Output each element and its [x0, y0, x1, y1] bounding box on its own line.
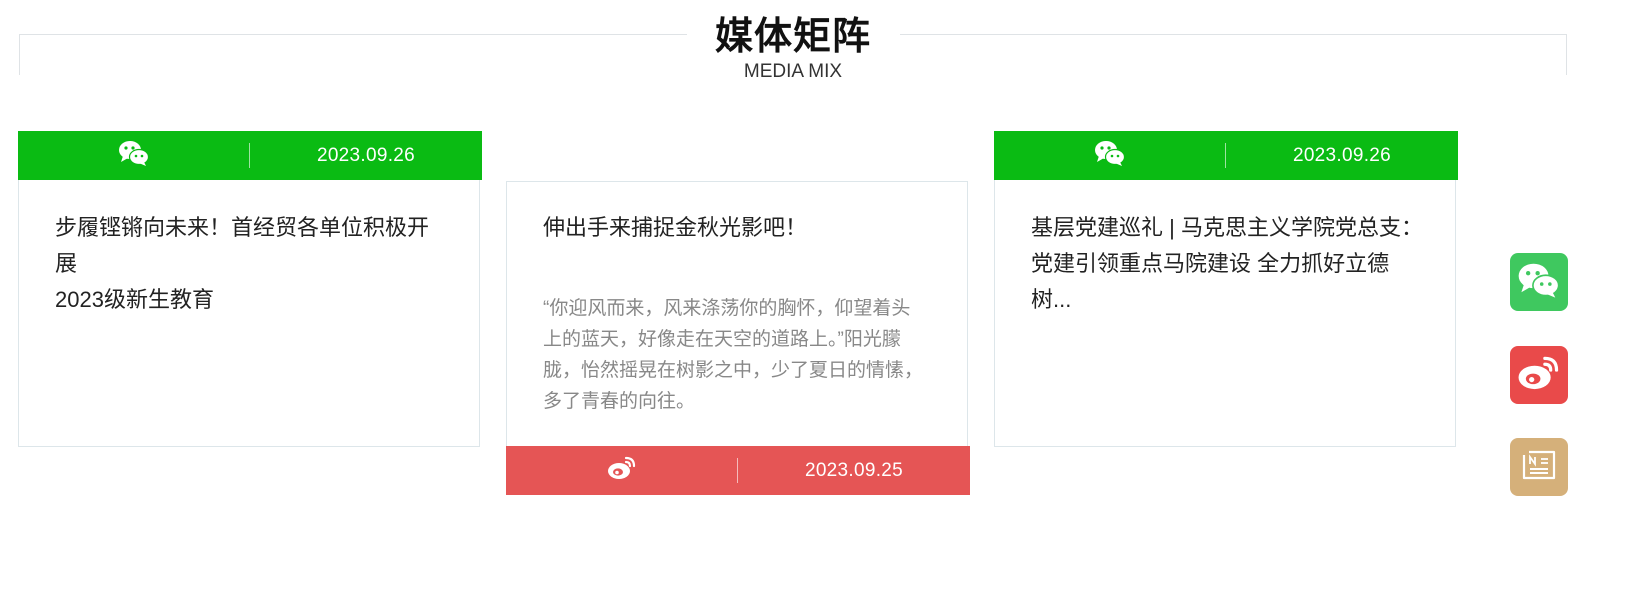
card-title-line: 基层党建巡礼 | 马克思主义学院党总支： — [1031, 215, 1423, 240]
card-title-line: 步履铿锵向未来！首经贸各单位积极开展 — [55, 215, 430, 276]
card-date: 2023.09.26 — [316, 144, 416, 166]
summary-line: 上的蓝天，好像走在天空的道路上。”阳光朦 — [543, 329, 901, 350]
bar-divider — [1225, 143, 1226, 168]
wechat-icon — [118, 139, 150, 172]
card-title[interactable]: 基层党建巡礼 | 马克思主义学院党总支： 党建引领重点马院建设 全力抓好立德树.… — [1031, 210, 1425, 318]
news-icon — [1521, 449, 1557, 486]
platform-cell — [18, 131, 250, 180]
card-footer-bar: 2023.09.25 — [506, 446, 970, 495]
media-mix-section: 媒体矩阵 MEDIA MIX 2023.09.26 步履铿锵向未来！首经贸各单位… — [0, 0, 1645, 612]
weibo-icon — [1517, 354, 1561, 397]
section-subtitle: MEDIA MIX — [743, 61, 843, 82]
summary-line: 多了青春的向往。 — [543, 391, 696, 412]
summary-line: 胧，怡然摇晃在树影之中，少了夏日的情愫， — [543, 360, 924, 381]
media-card-2[interactable]: 伸出手来捕捉金秋光影吧！ “你迎风而来，风来涤荡你的胸怀，仰望着头 上的蓝天，好… — [506, 181, 970, 495]
card-title-line: 伸出手来捕捉金秋光影吧！ — [543, 215, 808, 240]
card-header-bar: 2023.09.26 — [18, 131, 482, 180]
card-title[interactable]: 伸出手来捕捉金秋光影吧！ — [543, 210, 937, 246]
card-summary: “你迎风而来，风来涤荡你的胸怀，仰望着头 上的蓝天，好像走在天空的道路上。”阳光… — [543, 293, 925, 417]
platform-cell — [994, 131, 1226, 180]
card-date: 2023.09.25 — [804, 459, 904, 481]
card-header-bar: 2023.09.26 — [994, 131, 1458, 180]
bar-divider — [249, 143, 250, 168]
side-weibo-button[interactable] — [1510, 346, 1568, 404]
media-card-1[interactable]: 2023.09.26 步履铿锵向未来！首经贸各单位积极开展 2023级新生教育 — [18, 131, 482, 447]
card-date: 2023.09.26 — [1292, 144, 1392, 166]
wechat-icon — [1094, 139, 1126, 172]
side-wechat-button[interactable] — [1510, 253, 1568, 311]
card-title-line: 2023级新生教育 — [55, 287, 214, 312]
weibo-icon — [607, 455, 637, 486]
side-news-button[interactable] — [1510, 438, 1568, 496]
wechat-icon — [1517, 261, 1561, 304]
header-frame-left — [19, 34, 687, 75]
platform-cell — [506, 446, 738, 495]
header-frame-right — [900, 34, 1567, 75]
section-title: 媒体矩阵 — [714, 16, 871, 58]
media-card-3[interactable]: 2023.09.26 基层党建巡礼 | 马克思主义学院党总支： 党建引领重点马院… — [994, 131, 1458, 447]
bar-divider — [737, 458, 738, 483]
card-title-line: 党建引领重点马院建设 全力抓好立德树... — [1031, 251, 1390, 312]
summary-line: “你迎风而来，风来涤荡你的胸怀，仰望着头 — [543, 298, 911, 319]
card-title[interactable]: 步履铿锵向未来！首经贸各单位积极开展 2023级新生教育 — [55, 210, 449, 318]
